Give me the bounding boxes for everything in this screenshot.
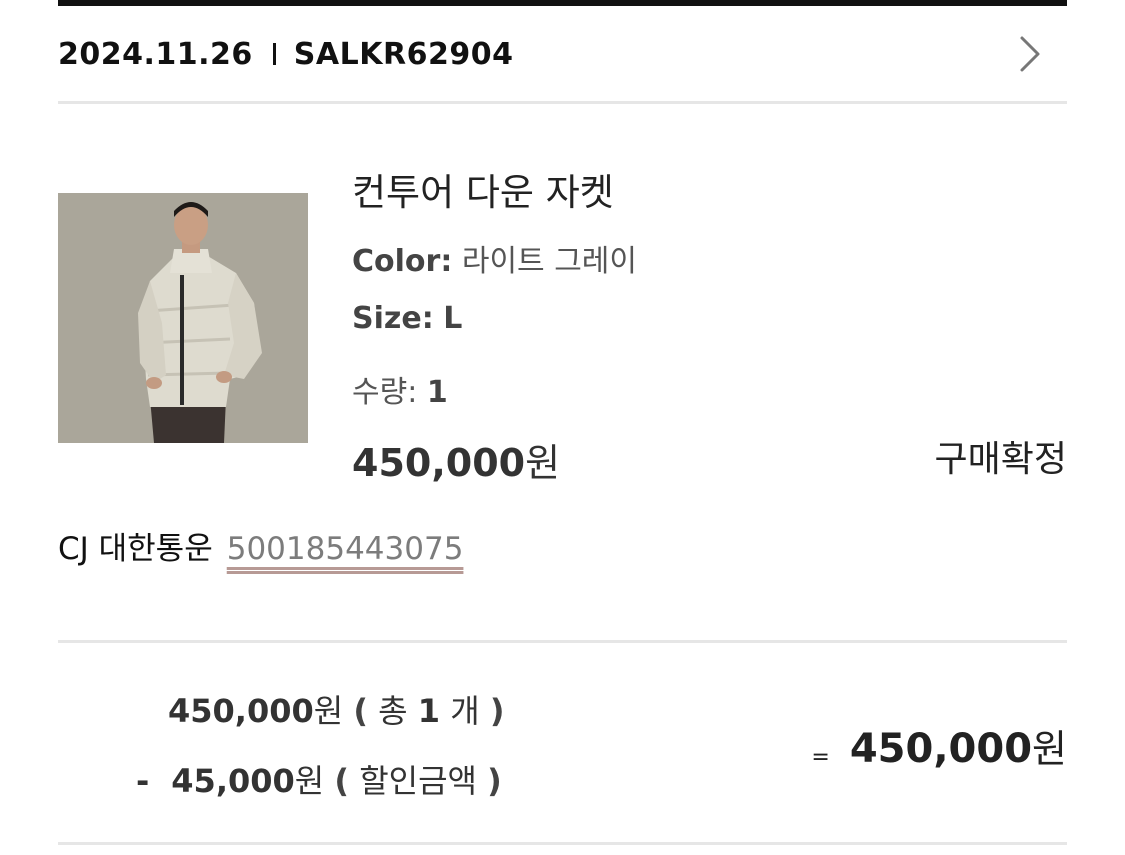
subtotal-count-unit: 개	[450, 692, 480, 730]
size-value: L	[443, 301, 463, 336]
order-total: = 450,000원	[811, 718, 1067, 773]
product-price: 450,000원	[352, 432, 560, 487]
total-unit: 원	[1032, 727, 1067, 771]
order-date: 2024.11.26	[58, 36, 253, 72]
subtotal-line: 450,000원 ( 총 1 개 )	[168, 686, 504, 732]
order-status: 구매확정	[934, 439, 1067, 480]
subtotal-count: 1	[417, 692, 441, 730]
subtotal-note-prefix: 총	[378, 692, 408, 730]
quantity-label: 수량:	[352, 375, 418, 410]
order-header[interactable]: 2024.11.26 SALKR62904	[58, 6, 1067, 102]
discount-number: 45,000	[171, 762, 295, 800]
discount-sign: -	[136, 762, 150, 800]
product-image[interactable]	[58, 193, 308, 443]
tracking-number-link[interactable]: 500185443075	[227, 531, 464, 567]
price-unit: 원	[525, 441, 561, 485]
product-photo	[58, 193, 308, 443]
chevron-right-icon[interactable]	[1009, 34, 1049, 74]
color-label: Color:	[352, 244, 453, 279]
product-name[interactable]: 컨투어 다운 자켓	[352, 162, 614, 216]
order-number: SALKR62904	[293, 36, 514, 72]
shipping-info: CJ 대한통운 500185443075	[58, 523, 463, 568]
discount-paren-open: (	[334, 762, 350, 800]
order-separator	[272, 43, 276, 65]
discount-label: 할인금액	[359, 762, 477, 800]
price-number: 450,000	[352, 441, 526, 485]
header-divider	[58, 101, 1067, 104]
equals-sign: =	[811, 745, 830, 770]
discount-paren-close: )	[487, 762, 502, 800]
subtotal-paren-open: (	[353, 692, 368, 730]
subtotal-unit: 원	[313, 692, 344, 730]
discount-line: -45,000원 ( 할인금액 )	[136, 756, 502, 802]
total-number: 450,000	[849, 726, 1033, 772]
color-value: 라이트 그레이	[461, 244, 637, 279]
discount-unit: 원	[294, 762, 325, 800]
summary-divider	[58, 640, 1067, 643]
product-size: Size: L	[352, 301, 462, 336]
bottom-divider	[58, 842, 1067, 845]
product-quantity: 수량: 1	[352, 367, 448, 411]
subtotal-number: 450,000	[168, 692, 314, 730]
courier-name: CJ 대한통운	[58, 531, 213, 567]
subtotal-paren-close: )	[489, 692, 505, 730]
size-label: Size:	[352, 301, 434, 336]
quantity-value: 1	[426, 375, 448, 410]
product-color: Color: 라이트 그레이	[352, 236, 637, 280]
